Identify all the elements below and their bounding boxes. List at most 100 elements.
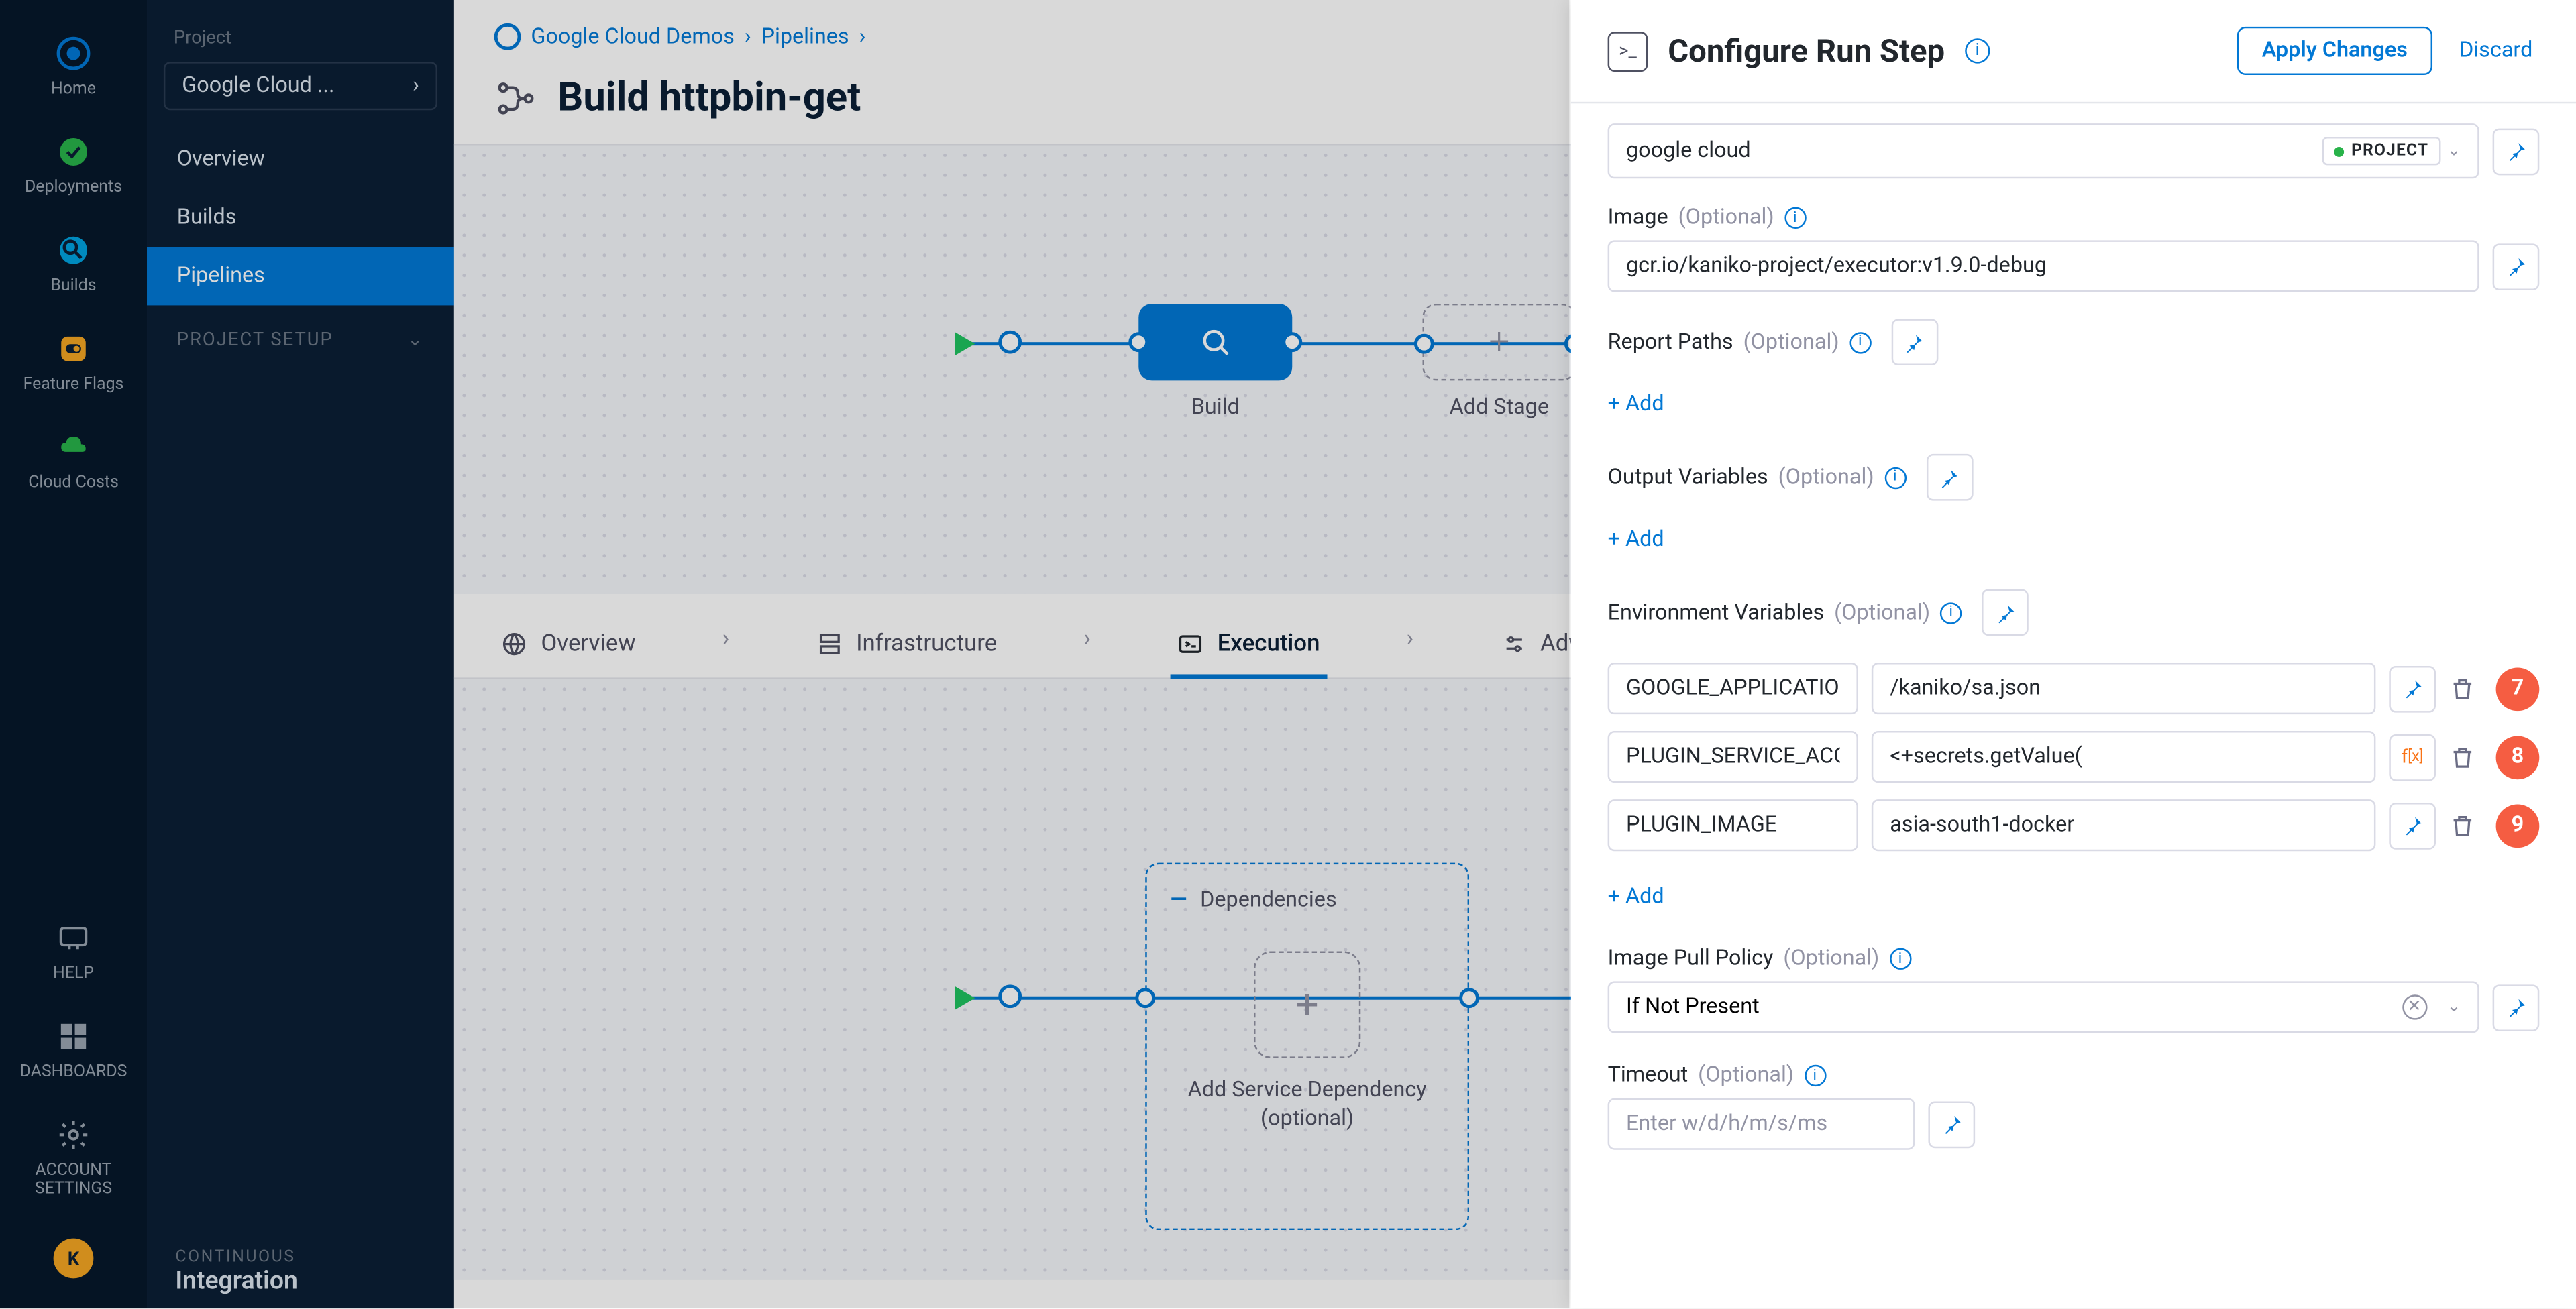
chevron-down-icon: ⌄ [2447,998,2461,1016]
discard-button[interactable]: Discard [2453,28,2539,73]
pipeline-start-icon [955,332,975,355]
info-icon[interactable]: i [1940,602,1962,623]
pull-policy-value: If Not Present [1626,994,1760,1019]
delete-env-var-button[interactable] [2449,675,2483,702]
apply-changes-button[interactable]: Apply Changes [2237,27,2432,75]
chevron-right-icon: › [709,626,743,669]
pin-button[interactable] [1928,1100,1975,1147]
chevron-down-icon: ⌄ [2447,142,2461,160]
project-setup-label: PROJECT SETUP [177,329,333,350]
info-icon[interactable]: i [1804,1065,1825,1086]
pin-button[interactable] [2493,243,2540,290]
scope-badge: PROJECT [2323,137,2440,165]
rail-dash-label: DASHBOARDS [20,1063,127,1081]
stage-build-label: Build [1138,396,1292,420]
dependencies-group[interactable]: —Dependencies + Add Service Dependency (… [1145,863,1469,1231]
delete-env-var-button[interactable] [2449,744,2483,771]
env-var-value-input[interactable] [1872,663,2376,714]
optional-text: (Optional) [1698,1063,1794,1088]
pin-button[interactable] [2493,984,2540,1031]
rail-help-label: HELP [53,964,94,982]
project-selector[interactable]: Google Cloud ... › [164,62,437,110]
add-dependency-node[interactable]: + [1254,952,1360,1058]
pull-policy-label: Image Pull Policy [1608,946,1774,971]
dashboards-icon [54,1017,94,1057]
project-label: Project [147,20,454,55]
exec-start-node [998,984,1022,1008]
optional-text: (Optional) [1783,946,1879,971]
configure-step-panel: >_ Configure Run Step i Apply Changes Di… [1571,0,2576,1308]
pin-button[interactable] [1926,454,1973,501]
clear-icon[interactable]: ✕ [2402,994,2426,1019]
timeout-input[interactable] [1608,1098,1915,1150]
breadcrumb-project[interactable]: Google Cloud Demos [531,24,735,49]
gcp-icon [494,23,521,50]
sidebar-item-overview[interactable]: Overview [147,130,454,188]
sidebar-item-pipelines[interactable]: Pipelines [147,247,454,305]
tab-infrastructure[interactable]: Infrastructure [809,618,1004,678]
panel-body[interactable]: google cloud PROJECT ⌄ Image (Optional) … [1571,103,2576,1308]
env-var-key-input[interactable] [1608,731,1858,783]
env-var-value-input[interactable] [1872,799,2376,851]
execution-icon [1177,631,1204,658]
env-vars-label: Environment Variables [1608,600,1825,625]
report-paths-add-button[interactable]: + Add [1608,392,1664,417]
annotation-badge: 7 [2496,667,2540,710]
info-icon[interactable]: i [1784,207,1806,229]
pin-button[interactable] [2389,802,2436,849]
env-var-value-input[interactable] [1872,731,2376,783]
chevron-right-icon: › [1393,626,1427,669]
panel-header: >_ Configure Run Step i Apply Changes Di… [1571,0,2576,103]
flags-icon [54,329,94,369]
add-stage-node[interactable]: + [1422,304,1576,380]
rail-home[interactable]: Home [0,17,147,115]
env-var-key-input[interactable] [1608,799,1858,851]
pin-button[interactable] [1891,319,1938,365]
module-name: Integration [175,1265,298,1295]
rail-cloud-costs[interactable]: Cloud Costs [0,410,147,509]
pin-button[interactable] [1982,589,2029,636]
annotation-badge: 8 [2496,735,2540,779]
pin-button[interactable] [2389,665,2436,712]
chevron-right-icon: › [413,74,419,99]
expression-button[interactable]: f[x] [2389,734,2436,781]
container-registry-select[interactable]: google cloud PROJECT ⌄ [1608,123,2479,178]
sidebar-item-builds[interactable]: Builds [147,188,454,247]
pull-policy-select[interactable]: If Not Present ✕ ⌄ [1608,981,2479,1033]
optional-text: (Optional) [1834,600,1930,625]
delete-env-var-button[interactable] [2449,812,2483,839]
harness-logo-icon [54,34,94,74]
tab-overview[interactable]: Overview [494,618,643,678]
rail-deployments[interactable]: Deployments [0,115,147,214]
info-icon[interactable]: i [1965,38,1990,63]
advanced-icon [1500,631,1527,658]
stage-build-node[interactable] [1138,304,1292,380]
rail-feature-flags[interactable]: Feature Flags [0,312,147,410]
optional-text: (Optional) [1778,465,1874,490]
rail-account-settings[interactable]: ACCOUNT SETTINGS [0,1098,147,1215]
project-setup-toggle[interactable]: PROJECT SETUP ⌄ [147,305,454,374]
module-tag: CONTINUOUS [175,1249,295,1267]
rail-costs-label: Cloud Costs [28,474,119,492]
build-stage-icon [1197,324,1234,361]
project-selector-value: Google Cloud ... [182,74,334,99]
rail-help[interactable]: HELP [0,901,147,1000]
info-icon[interactable]: i [1884,467,1906,488]
rail-deployments-label: Deployments [25,178,122,196]
info-icon[interactable]: i [1889,948,1911,970]
breadcrumb-pipelines[interactable]: Pipelines [761,24,849,49]
image-input[interactable] [1608,240,2479,292]
user-avatar[interactable]: K [54,1239,94,1279]
page-title: Build httpbin-get [557,74,861,121]
output-vars-add-button[interactable]: + Add [1608,527,1664,552]
tab-execution[interactable]: Execution [1171,618,1326,678]
rail-dashboards[interactable]: DASHBOARDS [0,1000,147,1098]
env-var-key-input[interactable] [1608,663,1858,714]
env-vars-add-button[interactable]: + Add [1608,885,1664,909]
info-icon[interactable]: i [1849,331,1871,353]
cloud-costs-icon [54,427,94,467]
pin-button[interactable] [2493,127,2540,174]
deployments-icon [54,132,94,172]
rail-builds[interactable]: Builds [0,214,147,312]
annotation-badge: 9 [2496,803,2540,847]
